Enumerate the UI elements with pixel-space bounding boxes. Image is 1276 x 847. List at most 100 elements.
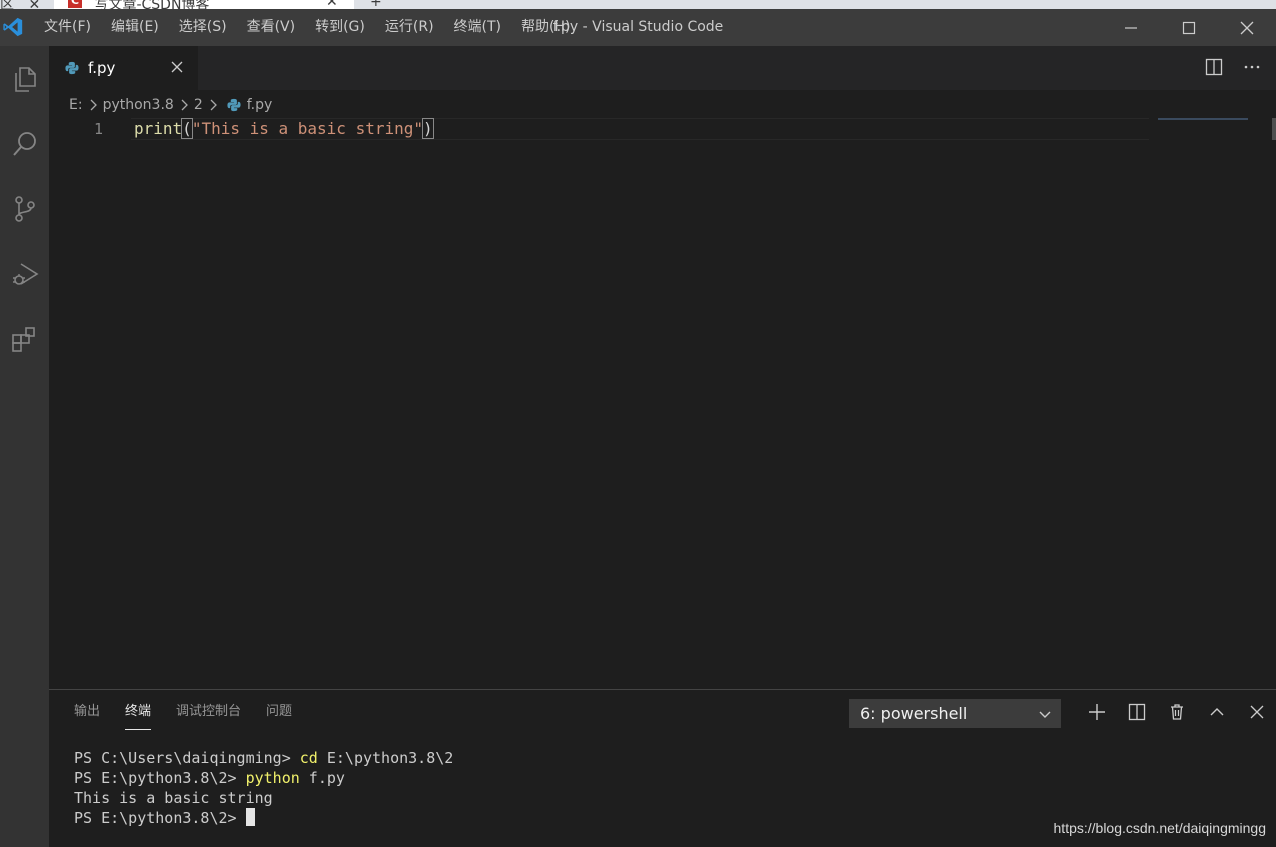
- python-file-icon: [65, 61, 79, 75]
- minimap[interactable]: [1158, 118, 1248, 120]
- new-terminal-button[interactable]: [1077, 700, 1117, 724]
- terminal-select-value: 6: powershell: [860, 704, 968, 723]
- csdn-logo-icon: C: [68, 0, 82, 8]
- maximize-icon: [1182, 21, 1196, 34]
- activity-run-debug[interactable]: [0, 241, 49, 306]
- vscode-logo-icon: [3, 17, 23, 37]
- split-editor-icon: [1205, 58, 1223, 76]
- more-icon: [1244, 65, 1260, 69]
- editor-tab-f-py[interactable]: f.py: [49, 46, 198, 90]
- terminal-args: E:\python3.8\2: [317, 749, 454, 767]
- tab-output[interactable]: 输出: [74, 690, 100, 734]
- close-icon[interactable]: ✕: [326, 0, 338, 9]
- watermark: https://blog.csdn.net/daiqingmingg: [1053, 820, 1266, 836]
- breadcrumb: E: python3.8 2 f.py: [69, 94, 272, 116]
- title-bar: 文件(F) 编辑(E) 选择(S) 查看(V) 转到(G) 运行(R) 终端(T…: [0, 9, 1276, 46]
- code-editor[interactable]: 1 print("This is a basic string"): [49, 118, 1149, 140]
- chevron-up-icon: [1210, 708, 1224, 716]
- menu-go[interactable]: 转到(G): [305, 9, 375, 46]
- browser-tab-csdn[interactable]: C 写文章-CSDN博客 ✕: [54, 0, 354, 9]
- menu-help[interactable]: 帮助(H): [511, 9, 580, 46]
- close-icon: [171, 61, 183, 73]
- terminal-args: f.py: [299, 769, 345, 787]
- terminal-output-text: This is a basic string: [74, 789, 273, 807]
- terminal-command: python: [245, 769, 300, 787]
- trash-icon: [1171, 704, 1183, 720]
- bottom-panel: 输出 终端 调试控制台 问题 6: powershell PS C:\Users…: [49, 689, 1276, 847]
- menu-file[interactable]: 文件(F): [34, 9, 101, 46]
- source-control-icon: [14, 195, 35, 222]
- kill-terminal-button[interactable]: [1157, 700, 1197, 724]
- window-controls: [1102, 9, 1276, 46]
- activity-extensions[interactable]: [0, 306, 49, 371]
- chevron-right-icon: [86, 98, 100, 112]
- terminal-prompt: PS E:\python3.8\2>: [74, 809, 246, 827]
- chevron-right-icon: [206, 98, 220, 112]
- close-panel-button[interactable]: [1237, 700, 1276, 724]
- code-token-paren-open: (: [181, 118, 193, 139]
- chevron-right-icon: [177, 98, 191, 112]
- code-token-string: "This is a basic string": [191, 119, 423, 138]
- search-icon: [12, 131, 36, 156]
- tab-close-button[interactable]: [168, 58, 186, 76]
- close-icon[interactable]: ✕: [28, 0, 40, 9]
- menu-bar: 文件(F) 编辑(E) 选择(S) 查看(V) 转到(G) 运行(R) 终端(T…: [34, 9, 580, 46]
- activity-source-control[interactable]: [0, 176, 49, 241]
- editor-scrollbar[interactable]: [1272, 118, 1276, 140]
- breadcrumb-file[interactable]: f.py: [247, 97, 273, 113]
- explorer-icon: [14, 66, 36, 92]
- close-window-button[interactable]: [1218, 9, 1276, 46]
- maximize-button[interactable]: [1160, 9, 1218, 46]
- menu-selection[interactable]: 选择(S): [169, 9, 237, 46]
- browser-tab-strip: 区 ✕ C 写文章-CSDN博客 ✕ +: [0, 0, 1276, 9]
- browser-tab-fragment: 区: [0, 0, 14, 9]
- terminal-line: This is a basic string: [74, 788, 453, 808]
- terminal-prompt: PS E:\python3.8\2>: [74, 769, 246, 787]
- tab-debug-console[interactable]: 调试控制台: [176, 690, 241, 734]
- minimize-button[interactable]: [1102, 9, 1160, 46]
- line-number: 1: [93, 120, 103, 138]
- terminal-cursor: [245, 808, 255, 826]
- breadcrumb-drive[interactable]: E:: [69, 97, 83, 113]
- chevron-down-icon: [1039, 711, 1051, 718]
- tab-problems[interactable]: 问题: [266, 690, 292, 734]
- close-icon: [1250, 705, 1264, 719]
- menu-edit[interactable]: 编辑(E): [101, 9, 169, 46]
- breadcrumb-folder-2[interactable]: 2: [194, 97, 203, 113]
- menu-run[interactable]: 运行(R): [375, 9, 444, 46]
- terminal-line: PS E:\python3.8\2> python f.py: [74, 768, 453, 788]
- terminal-command: cd: [299, 749, 318, 767]
- terminal-select-dropdown[interactable]: 6: powershell: [849, 699, 1061, 728]
- terminal-output[interactable]: PS C:\Users\daiqingming> cd E:\python3.8…: [74, 748, 453, 828]
- menu-terminal[interactable]: 终端(T): [444, 9, 511, 46]
- more-actions-button[interactable]: [1242, 57, 1262, 77]
- code-token-paren-close: ): [422, 118, 434, 139]
- new-tab-plus-icon[interactable]: +: [370, 0, 382, 9]
- breadcrumb-folder-python[interactable]: python3.8: [103, 97, 174, 113]
- maximize-panel-button[interactable]: [1197, 700, 1237, 724]
- split-terminal-button[interactable]: [1117, 700, 1157, 724]
- terminal-line: PS E:\python3.8\2>: [74, 808, 453, 828]
- menu-view[interactable]: 查看(V): [237, 9, 306, 46]
- close-icon: [1240, 21, 1254, 34]
- extensions-icon: [11, 326, 35, 352]
- tab-label: f.py: [88, 59, 116, 77]
- code-token-function: print: [134, 119, 183, 138]
- activity-search[interactable]: [0, 111, 49, 176]
- activity-explorer[interactable]: [0, 46, 49, 111]
- split-icon: [1128, 703, 1146, 721]
- terminal-prompt: PS C:\Users\daiqingming>: [74, 749, 300, 767]
- editor-area: f.py E: python3.8 2 f.py 1 print("This i…: [49, 46, 1276, 689]
- tab-terminal[interactable]: 终端: [125, 690, 152, 734]
- panel-tabs: 输出 终端 调试控制台 问题: [74, 690, 317, 734]
- editor-actions: [1204, 57, 1262, 77]
- split-editor-button[interactable]: [1204, 57, 1224, 77]
- code-line[interactable]: print("This is a basic string"): [134, 118, 434, 140]
- python-file-icon: [227, 98, 241, 112]
- terminal-line: PS C:\Users\daiqingming> cd E:\python3.8…: [74, 748, 453, 768]
- minimize-icon: [1125, 26, 1137, 29]
- editor-tab-bar: f.py: [49, 46, 1276, 90]
- browser-tab-partial[interactable]: 区 ✕: [0, 0, 40, 9]
- plus-icon: [1089, 704, 1105, 720]
- panel-actions: [1077, 700, 1276, 724]
